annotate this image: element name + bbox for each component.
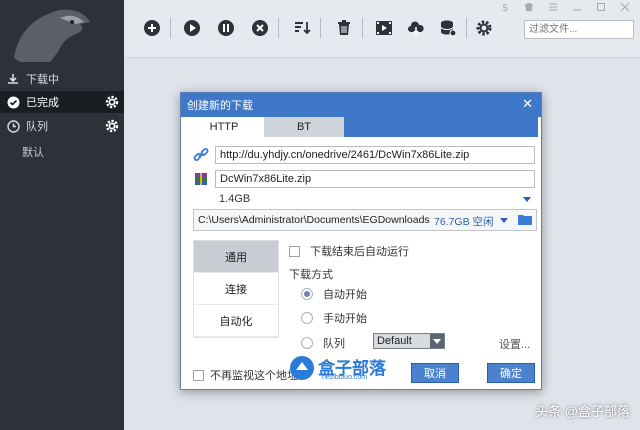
toolbar-divider <box>320 18 321 38</box>
eagle-logo <box>0 0 124 62</box>
sidebar-item-label: 已完成 <box>26 97 59 109</box>
toolbar: $ <box>124 0 640 58</box>
save-path-field[interactable]: C:\Users\Administrator\Documents\EGDownl… <box>193 209 537 231</box>
toolbar-divider <box>466 18 467 38</box>
cloud-download-icon <box>408 21 424 35</box>
brand-logo: 盒子部落 hezibuluo.com <box>288 354 408 384</box>
sidebar-item-label: 队列 <box>26 121 48 133</box>
dollar-icon[interactable]: $ <box>500 2 510 14</box>
shirt-icon[interactable] <box>524 2 534 12</box>
toolbar-divider <box>170 18 171 38</box>
stop-button[interactable] <box>250 18 270 38</box>
folder-icon[interactable] <box>518 213 532 225</box>
start-button[interactable] <box>182 18 202 38</box>
file-size: 1.4GB <box>219 193 251 205</box>
sidebar-item-completed[interactable]: 已完成 <box>0 91 124 113</box>
delete-button[interactable] <box>334 18 354 38</box>
add-download-button[interactable] <box>142 18 162 38</box>
mode-queue-option[interactable]: 队列 <box>301 335 345 351</box>
sidebar-item-label: 下载中 <box>26 74 59 86</box>
watermark: 头条 @盒子部落 <box>535 404 630 419</box>
new-download-dialog: 创建新的下载 ✕ HTTP BT http://du.yhdjy.cn/oned… <box>180 92 542 390</box>
close-icon[interactable]: ✕ <box>522 97 533 111</box>
clock-icon <box>6 119 20 133</box>
filename-field[interactable]: DcWin7x86Lite.zip <box>215 170 535 188</box>
nav-general[interactable]: 通用 <box>194 241 278 273</box>
chevron-down-icon[interactable] <box>500 218 508 223</box>
chevron-down-icon[interactable] <box>523 197 531 202</box>
mode-auto-radio[interactable] <box>301 288 313 300</box>
video-button[interactable] <box>374 18 394 38</box>
free-space: 76.7GB 空闲 <box>434 216 494 228</box>
film-icon <box>376 21 392 35</box>
sort-icon <box>295 22 311 35</box>
option-nav: 通用 连接 自动化 <box>193 240 279 338</box>
save-path-text: C:\Users\Administrator\Documents\EGDownl… <box>198 214 430 226</box>
sidebar-item-default-queue[interactable]: 默认 <box>22 144 44 160</box>
play-icon <box>184 20 200 36</box>
sort-button[interactable] <box>292 18 312 38</box>
nav-connection[interactable]: 连接 <box>194 273 278 305</box>
auto-run-label: 下载结束后自动运行 <box>310 246 409 258</box>
gear-icon[interactable] <box>104 94 120 110</box>
url-field[interactable]: http://du.yhdjy.cn/onedrive/2461/DcWin7x… <box>215 146 535 164</box>
cancel-button[interactable]: 取消 <box>411 363 459 383</box>
minimize-icon[interactable] <box>572 2 582 12</box>
queue-select[interactable]: Default <box>373 333 445 349</box>
no-monitor-label: 不再监视这个地址 <box>210 370 298 382</box>
protocol-tabs: HTTP BT <box>184 117 538 137</box>
no-monitor-checkbox[interactable] <box>193 369 204 381</box>
settings-link[interactable]: 设置... <box>499 336 530 352</box>
queue-select-value: Default <box>377 335 412 347</box>
window-controls: $ <box>500 2 630 14</box>
mode-auto-label: 自动开始 <box>323 289 367 301</box>
ok-button[interactable]: 确定 <box>487 363 535 383</box>
no-monitor-option[interactable]: 不再监视这个地址 <box>193 367 298 383</box>
tab-bt[interactable]: BT <box>264 117 344 137</box>
sidebar-item-queue[interactable]: 队列 <box>0 115 124 137</box>
archive-file-icon <box>193 171 209 190</box>
check-circle-icon <box>6 95 20 109</box>
nav-automation[interactable]: 自动化 <box>194 305 278 337</box>
toolbar-divider <box>278 18 279 38</box>
dialog-title: 创建新的下载 <box>187 100 253 112</box>
auto-run-option[interactable]: 下载结束后自动运行 <box>289 243 409 259</box>
mode-queue-label: 队列 <box>323 338 345 350</box>
mode-auto-option[interactable]: 自动开始 <box>301 286 367 302</box>
download-mode-heading: 下载方式 <box>289 269 333 281</box>
cancel-circle-icon <box>252 20 268 36</box>
tab-bar-fill <box>344 117 538 137</box>
svg-text:$: $ <box>502 3 508 12</box>
database-button[interactable] <box>438 18 458 38</box>
gear-icon <box>476 20 492 36</box>
toolbar-divider <box>362 18 363 38</box>
auto-run-checkbox[interactable] <box>289 245 300 257</box>
pause-icon <box>218 20 234 36</box>
sidebar-item-downloading[interactable]: 下载中 <box>0 68 124 90</box>
mode-manual-option[interactable]: 手动开始 <box>301 310 367 326</box>
maximize-icon[interactable] <box>596 2 606 12</box>
cloud-download-button[interactable] <box>406 18 426 38</box>
gear-icon[interactable] <box>104 118 120 134</box>
database-icon <box>440 20 457 37</box>
tab-http[interactable]: HTTP <box>184 117 264 137</box>
settings-button[interactable] <box>474 18 494 38</box>
mode-manual-radio[interactable] <box>301 312 313 324</box>
download-icon <box>6 72 20 86</box>
trash-icon <box>338 20 350 35</box>
plus-icon <box>144 20 160 36</box>
sidebar: 下载中 已完成 队列 默认 <box>0 0 124 430</box>
menu-icon[interactable] <box>548 2 558 12</box>
filter-files-input[interactable] <box>524 20 634 39</box>
mode-manual-label: 手动开始 <box>323 313 367 325</box>
mode-queue-radio[interactable] <box>301 337 313 349</box>
chevron-down-icon[interactable] <box>430 334 444 348</box>
close-icon[interactable] <box>620 2 630 12</box>
brand-url: hezibuluo.com <box>322 374 368 381</box>
dialog-titlebar: 创建新的下载 ✕ <box>181 93 541 117</box>
pause-button[interactable] <box>216 18 236 38</box>
link-icon <box>193 147 209 166</box>
